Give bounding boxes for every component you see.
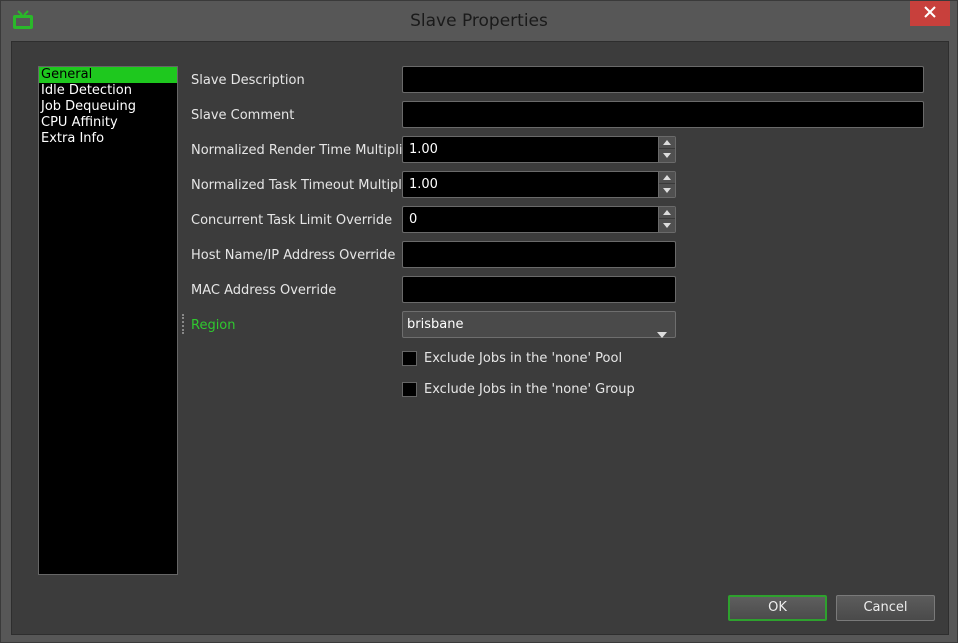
exclude-pool-checkbox-row[interactable]: Exclude Jobs in the 'none' Pool	[402, 349, 622, 367]
chevron-down-icon	[657, 322, 667, 347]
drag-handle[interactable]	[182, 314, 185, 334]
exclude-group-checkbox-row[interactable]: Exclude Jobs in the 'none' Group	[402, 380, 635, 398]
slave-comment-label: Slave Comment	[191, 108, 295, 123]
triangle-up-icon	[663, 140, 671, 145]
render-time-multiplier-spinner[interactable]: 1.00	[402, 136, 676, 163]
exclude-group-checkbox[interactable]	[402, 381, 417, 397]
spinner-buttons	[658, 207, 675, 232]
triangle-down-icon	[663, 222, 671, 228]
task-timeout-multiplier-label: Normalized Task Timeout Multiplier	[191, 178, 419, 193]
concurrent-task-limit-spinner[interactable]: 0	[402, 206, 676, 233]
spin-up-button[interactable]	[659, 172, 675, 184]
category-list[interactable]: General Idle Detection Job Dequeuing CPU…	[38, 66, 178, 575]
concurrent-task-limit-label: Concurrent Task Limit Override	[191, 213, 393, 228]
nav-item-extra-info[interactable]: Extra Info	[39, 131, 177, 147]
spin-down-button[interactable]	[659, 219, 675, 231]
title-bar: Slave Properties	[1, 1, 957, 41]
exclude-pool-label: Exclude Jobs in the 'none' Pool	[424, 350, 623, 366]
exclude-group-label: Exclude Jobs in the 'none' Group	[424, 381, 635, 397]
nav-item-idle-detection[interactable]: Idle Detection	[39, 83, 177, 99]
window-title: Slave Properties	[410, 11, 548, 31]
host-name-field[interactable]	[402, 241, 676, 268]
cancel-button[interactable]: Cancel	[836, 595, 935, 621]
region-selected-value: brisbane	[407, 317, 464, 332]
triangle-up-icon	[663, 175, 671, 180]
close-icon	[924, 5, 936, 23]
nav-item-general[interactable]: General	[39, 67, 177, 83]
nav-item-job-dequeuing[interactable]: Job Dequeuing	[39, 99, 177, 115]
host-name-label: Host Name/IP Address Override	[191, 248, 396, 263]
spinner-buttons	[658, 137, 675, 162]
slave-comment-field[interactable]	[402, 101, 924, 128]
slave-description-field[interactable]	[402, 66, 924, 93]
region-label: Region	[191, 318, 236, 333]
mac-address-label: MAC Address Override	[191, 283, 337, 298]
mac-address-field[interactable]	[402, 276, 676, 303]
dialog-body: General Idle Detection Job Dequeuing CPU…	[11, 41, 949, 635]
dialog-window: Slave Properties General Idle Detection …	[0, 0, 958, 643]
render-time-multiplier-label: Normalized Render Time Multiplier	[191, 143, 416, 158]
task-timeout-multiplier-spinner[interactable]: 1.00	[402, 171, 676, 198]
task-timeout-multiplier-value: 1.00	[409, 177, 438, 192]
render-time-multiplier-value: 1.00	[409, 142, 438, 157]
close-button[interactable]	[910, 1, 950, 26]
concurrent-task-limit-value: 0	[409, 212, 418, 227]
region-dropdown[interactable]: brisbane	[402, 311, 676, 338]
spin-down-button[interactable]	[659, 184, 675, 196]
ok-button[interactable]: OK	[728, 595, 827, 621]
exclude-pool-checkbox[interactable]	[402, 350, 417, 366]
triangle-up-icon	[663, 210, 671, 215]
triangle-down-icon	[663, 187, 671, 193]
spin-up-button[interactable]	[659, 207, 675, 219]
spin-down-button[interactable]	[659, 149, 675, 161]
nav-item-cpu-affinity[interactable]: CPU Affinity	[39, 115, 177, 131]
spin-up-button[interactable]	[659, 137, 675, 149]
slave-description-label: Slave Description	[191, 73, 305, 88]
spinner-buttons	[658, 172, 675, 197]
triangle-down-icon	[663, 152, 671, 158]
